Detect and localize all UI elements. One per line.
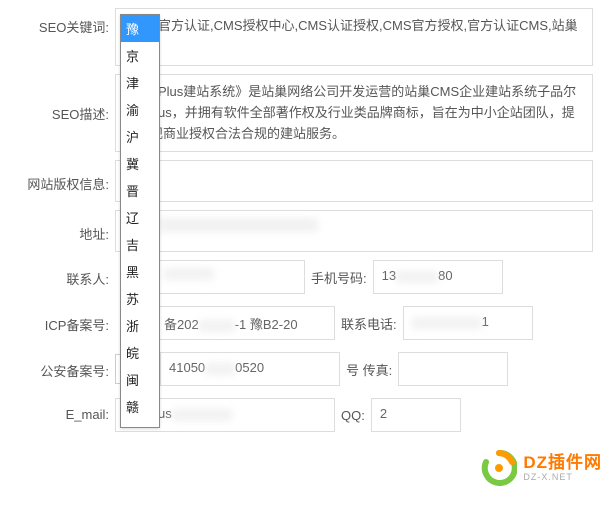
watermark-icon [481, 450, 517, 486]
input-icp[interactable]: 备202-1 豫B2-20 [155, 306, 335, 340]
row-contact: 联系人: 手机号码: 1380 [0, 260, 616, 298]
input-seo-desc[interactable]: Plus建站系统》是站巢网络公司开发运营的站巢CMS企业建站系统子品尔SiteP… [115, 74, 593, 152]
dropdown-option[interactable]: 吉 [121, 231, 159, 258]
dropdown-option[interactable]: 辽 [121, 204, 159, 231]
input-contact[interactable] [155, 260, 305, 294]
row-icp: ICP备案号: 备202-1 豫B2-20 联系电话: 1 [0, 306, 616, 344]
dropdown-option[interactable]: 冀 [121, 150, 159, 177]
dropdown-option[interactable]: 闽 [121, 366, 159, 393]
province-dropdown[interactable]: 豫京津渝沪冀晋辽吉黑苏浙皖闽赣鲁豫鄂湘粤 [120, 14, 160, 428]
dropdown-option[interactable]: 京 [121, 42, 159, 69]
form-container: SEO关键词: 官方认证,CMS授权中心,CMS认证授权,CMS官方授权,官方认… [0, 0, 616, 452]
label-contact: 联系人: [0, 260, 115, 288]
row-seo-desc: SEO描述: Plus建站系统》是站巢网络公司开发运营的站巢CMS企业建站系统子… [0, 74, 616, 152]
label-email: E_mail: [0, 398, 115, 422]
label-copyright: 网站版权信息: [0, 160, 115, 193]
label-mobile: 手机号码: [311, 268, 367, 287]
dropdown-option[interactable]: 晋 [121, 177, 159, 204]
watermark-sub: DZ-X.NET [523, 472, 602, 482]
dropdown-list[interactable]: 豫京津渝沪冀晋辽吉黑苏浙皖闽赣鲁豫鄂湘粤 [121, 15, 159, 427]
input-seo-keywords[interactable]: 官方认证,CMS授权中心,CMS认证授权,CMS官方授权,官方认证CMS,站巢C [115, 8, 593, 66]
dropdown-option[interactable]: 沪 [121, 123, 159, 150]
dropdown-option[interactable]: 苏 [121, 285, 159, 312]
label-qq: QQ: [341, 408, 365, 423]
row-address: 地址: [0, 210, 616, 252]
row-police: 公安备案号: 豫 410500520 号 传真: [0, 352, 616, 390]
dropdown-option[interactable]: 黑 [121, 258, 159, 285]
label-icp: ICP备案号: [0, 306, 115, 334]
dropdown-option[interactable]: 渝 [121, 96, 159, 123]
label-seo-keywords: SEO关键词: [0, 8, 115, 36]
label-fax: 号 传真: [346, 360, 392, 379]
dropdown-option[interactable]: 皖 [121, 339, 159, 366]
input-copyright[interactable] [115, 160, 593, 202]
input-address[interactable] [115, 210, 593, 252]
watermark-logo: DZ插件网 DZ-X.NET [481, 450, 602, 486]
label-tel: 联系电话: [341, 314, 397, 333]
label-police: 公安备案号: [0, 352, 115, 380]
dropdown-option[interactable]: 津 [121, 69, 159, 96]
input-police-num[interactable]: 410500520 [160, 352, 340, 386]
dropdown-option[interactable]: 豫 [121, 15, 159, 42]
watermark-text: DZ插件网 [523, 454, 602, 473]
dropdown-option[interactable]: 赣 [121, 393, 159, 420]
label-seo-desc: SEO描述: [0, 74, 115, 123]
label-address: 地址: [0, 210, 115, 243]
input-tel[interactable]: 1 [403, 306, 533, 340]
dropdown-option[interactable]: 鲁 [121, 420, 159, 427]
input-fax[interactable] [398, 352, 508, 386]
row-seo-keywords: SEO关键词: 官方认证,CMS授权中心,CMS认证授权,CMS官方授权,官方认… [0, 8, 616, 66]
dropdown-option[interactable]: 浙 [121, 312, 159, 339]
row-email: E_mail: SitePlus QQ: 2 [0, 398, 616, 436]
row-copyright: 网站版权信息: [0, 160, 616, 202]
input-qq[interactable]: 2 [371, 398, 461, 432]
input-mobile[interactable]: 1380 [373, 260, 503, 294]
